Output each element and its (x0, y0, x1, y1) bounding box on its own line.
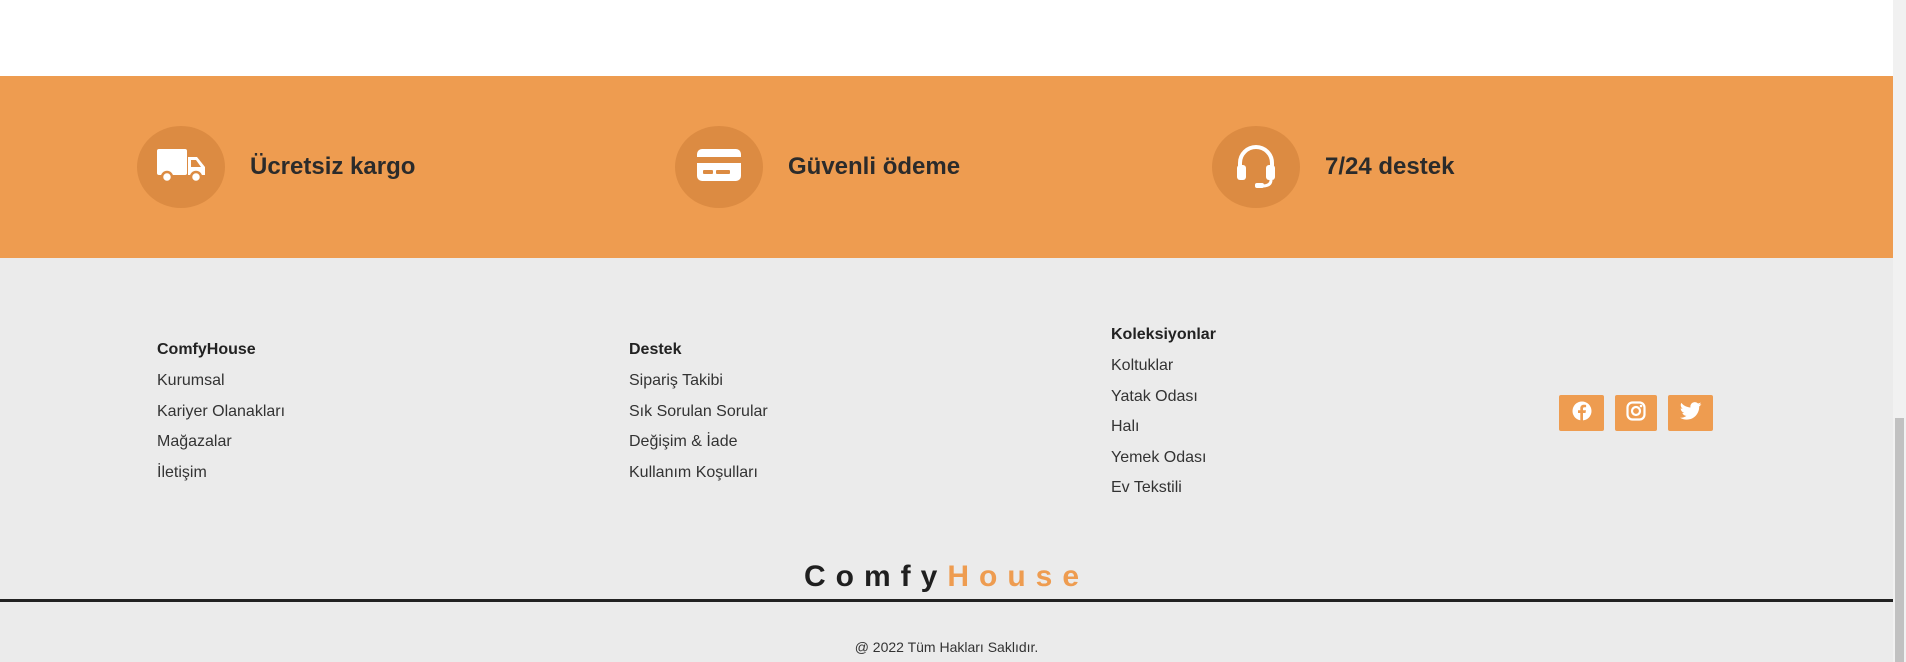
footer-link-degisim-iade[interactable]: Değişim & İade (629, 432, 768, 452)
feature-label: Güvenli ödeme (788, 153, 961, 180)
facebook-button[interactable] (1559, 395, 1604, 431)
page-scrollbar[interactable] (1893, 0, 1906, 662)
twitter-icon (1679, 401, 1702, 425)
page: Ücretsiz kargo Güvenli ödeme 7/24 destek… (0, 0, 1893, 662)
brand-part-house: House (947, 560, 1090, 593)
features-bar: Ücretsiz kargo Güvenli ödeme 7/24 destek (0, 76, 1893, 258)
footer-link-ev-tekstili[interactable]: Ev Tekstili (1111, 478, 1216, 498)
column-heading: ComfyHouse (157, 341, 256, 358)
feature-label: Ücretsiz kargo (250, 153, 416, 180)
footer-link-iletisim[interactable]: İletişim (157, 463, 285, 483)
feature-free-shipping: Ücretsiz kargo (137, 126, 415, 208)
footer-col-comfyhouse: ComfyHouse Kurumsal Kariyer Olanakları M… (157, 340, 285, 493)
brand-part-comfy: Comfy (803, 560, 948, 593)
headset-icon (1235, 142, 1277, 193)
column-heading: Koleksiyonlar (1111, 326, 1216, 343)
footer-link-kariyer[interactable]: Kariyer Olanakları (157, 402, 285, 422)
footer-link-sss[interactable]: Sık Sorulan Sorular (629, 402, 768, 422)
footer-link-yatak-odasi[interactable]: Yatak Odası (1111, 387, 1216, 407)
instagram-icon (1626, 400, 1646, 426)
facebook-icon (1572, 401, 1592, 426)
footer-link-kurumsal[interactable]: Kurumsal (157, 371, 285, 391)
footer-link-kullanim-kosullari[interactable]: Kullanım Koşulları (629, 463, 768, 483)
credit-card-icon-circle (675, 126, 763, 208)
feature-label: 7/24 destek (1325, 153, 1455, 180)
footer-divider (0, 599, 1893, 602)
twitter-button[interactable] (1668, 395, 1713, 431)
copyright-text: @ 2022 Tüm Hakları Saklıdır. (854, 639, 1039, 655)
footer-link-hali[interactable]: Halı (1111, 417, 1216, 437)
social-links (1559, 395, 1724, 431)
column-heading: Destek (629, 341, 682, 358)
feature-support: 7/24 destek (1212, 126, 1454, 208)
credit-card-icon (696, 148, 742, 187)
footer-col-koleksiyonlar: Koleksiyonlar Koltuklar Yatak Odası Halı… (1111, 325, 1216, 509)
footer-link-yemek-odasi[interactable]: Yemek Odası (1111, 448, 1216, 468)
headset-icon-circle (1212, 126, 1300, 208)
footer-link-koltuklar[interactable]: Koltuklar (1111, 356, 1216, 376)
scrollbar-thumb[interactable] (1895, 418, 1904, 662)
footer-brand-logo: ComfyHouse (0, 559, 1893, 595)
footer: ComfyHouse Kurumsal Kariyer Olanakları M… (0, 258, 1893, 662)
truck-icon-circle (137, 126, 225, 208)
instagram-button[interactable] (1615, 395, 1657, 431)
footer-link-magazalar[interactable]: Mağazalar (157, 432, 285, 452)
feature-secure-payment: Güvenli ödeme (675, 126, 960, 208)
footer-col-destek: Destek Sipariş Takibi Sık Sorulan Sorula… (629, 340, 768, 493)
truck-icon (155, 146, 207, 189)
footer-link-siparis-takibi[interactable]: Sipariş Takibi (629, 371, 768, 391)
